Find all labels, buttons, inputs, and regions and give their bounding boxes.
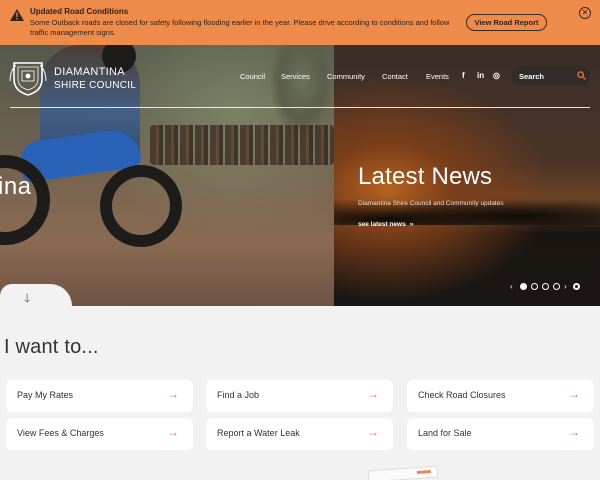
- arrow-right-icon: →: [167, 387, 179, 401]
- card-label: Pay My Rates: [17, 390, 74, 400]
- card-find-a-job[interactable]: Find a Job →: [206, 380, 393, 412]
- i-want-to-heading: I want to...: [4, 336, 99, 358]
- carousel-dot-3[interactable]: [542, 283, 549, 290]
- arrow-right-icon: →: [568, 387, 580, 401]
- cattle-herd: [150, 125, 334, 165]
- card-check-road-closures[interactable]: Check Road Closures →: [407, 380, 594, 412]
- hero-left-heading: ina: [0, 173, 32, 200]
- search-box: [512, 66, 590, 86]
- arrow-down-icon[interactable]: 🡓: [24, 289, 30, 310]
- carousel-play-indicator[interactable]: [573, 283, 580, 290]
- card-label: Land for Sale: [418, 428, 472, 438]
- next-section-preview: [367, 465, 439, 480]
- arrow-right-icon: →: [367, 425, 379, 439]
- carousel-dot-2[interactable]: [531, 283, 538, 290]
- carousel-dot-1[interactable]: [520, 283, 527, 290]
- arrow-right-icon: →: [367, 387, 379, 401]
- double-chevron-right-icon: »: [409, 221, 414, 228]
- hero-slide-motorbike: ina: [0, 45, 334, 306]
- card-label: Check Road Closures: [418, 390, 506, 400]
- arrow-right-icon: →: [568, 425, 580, 439]
- carousel-next-icon[interactable]: ›: [564, 283, 572, 291]
- see-latest-news-label: see latest news: [358, 221, 406, 228]
- card-label: Find a Job: [217, 390, 260, 400]
- alert-message: Some Outback roads are closed for safety…: [30, 18, 450, 37]
- nav-council[interactable]: Council: [240, 72, 265, 81]
- card-label: View Fees & Charges: [17, 428, 104, 438]
- warning-icon: [10, 9, 24, 21]
- card-land-for-sale[interactable]: Land for Sale →: [407, 418, 594, 450]
- instagram-icon[interactable]: ◎: [493, 71, 500, 80]
- nav-community[interactable]: Community: [327, 72, 365, 81]
- search-icon[interactable]: [577, 71, 586, 80]
- facebook-icon[interactable]: f: [462, 71, 465, 80]
- close-icon[interactable]: ✕: [579, 7, 591, 19]
- view-road-report-button[interactable]: View Road Report: [466, 14, 547, 31]
- brand-name-line2: SHIRE COUNCIL: [54, 80, 137, 91]
- card-view-fees-charges[interactable]: View Fees & Charges →: [6, 418, 193, 450]
- nav-contact[interactable]: Contact: [382, 72, 408, 81]
- card-pay-my-rates[interactable]: Pay My Rates →: [6, 380, 193, 412]
- latest-news-subtitle: Diamantina Shire Council and Community u…: [358, 200, 504, 207]
- motorbike-front-wheel: [100, 165, 182, 247]
- nav-events[interactable]: Events: [426, 72, 449, 81]
- latest-news-title: Latest News: [358, 163, 493, 190]
- arrow-right-icon: →: [167, 425, 179, 439]
- nav-services[interactable]: Services: [281, 72, 310, 81]
- carousel-dot-4[interactable]: [553, 283, 560, 290]
- search-input[interactable]: [519, 71, 573, 81]
- card-label: Report a Water Leak: [217, 428, 300, 438]
- carousel-prev-icon[interactable]: ‹: [510, 283, 518, 291]
- alert-title: Updated Road Conditions: [30, 7, 129, 16]
- card-report-water-leak[interactable]: Report a Water Leak →: [206, 418, 393, 450]
- road-alert-banner: Updated Road Conditions Some Outback roa…: [0, 0, 600, 45]
- tree-background: [270, 45, 334, 135]
- linkedin-icon[interactable]: in: [477, 71, 484, 80]
- see-latest-news-link[interactable]: see latest news»: [358, 221, 413, 228]
- nav-divider: [10, 107, 590, 108]
- scroll-down-tab[interactable]: 🡓: [0, 284, 72, 306]
- council-crest-logo[interactable]: [8, 57, 48, 97]
- brand-name-line1: DIAMANTINA: [54, 66, 125, 78]
